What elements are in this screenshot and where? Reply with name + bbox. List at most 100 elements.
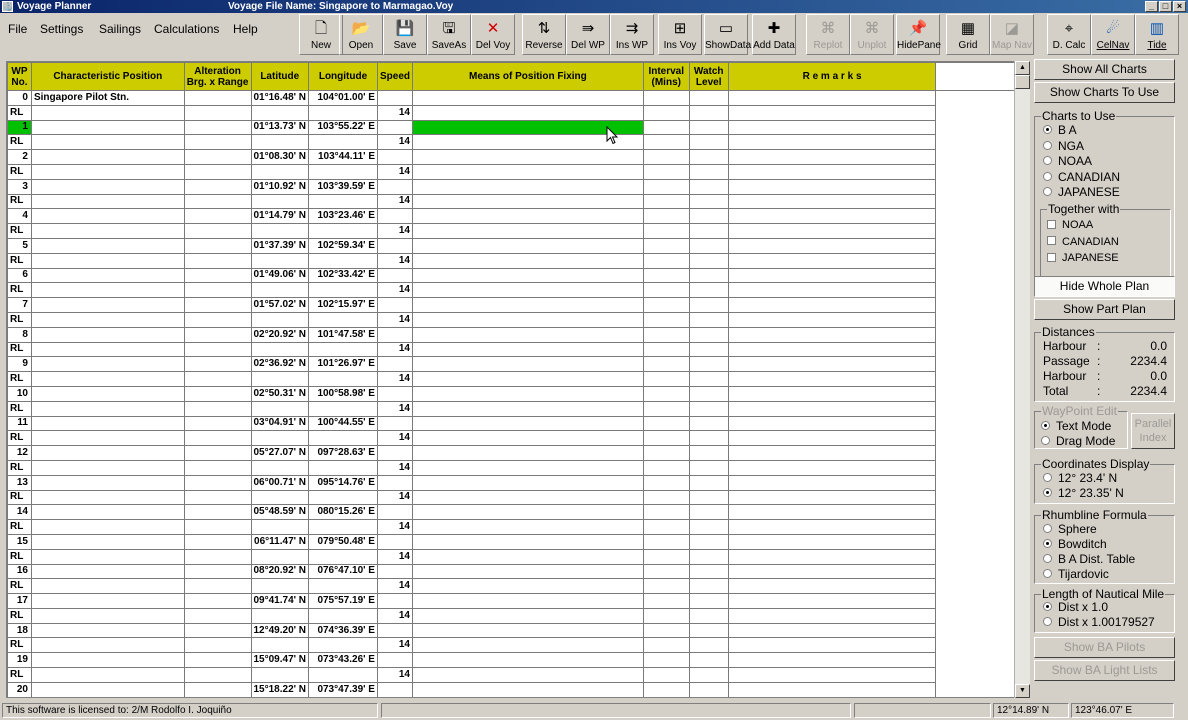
interval-cell[interactable]: [642, 90, 690, 106]
alteration-cell[interactable]: [183, 563, 252, 580]
speed-cell[interactable]: 14: [376, 400, 414, 417]
rhumb-line-row[interactable]: RL 14: [7, 489, 1015, 506]
header-alteration[interactable]: Alteration Brg. x Range: [183, 62, 252, 91]
watch-level-cell[interactable]: [688, 223, 729, 239]
watch-level-cell[interactable]: [688, 607, 729, 624]
characteristic-position-cell[interactable]: [30, 385, 185, 402]
longitude-cell[interactable]: 073°47.39' E: [308, 681, 378, 697]
means-of-position-fixing-cell[interactable]: [412, 311, 644, 328]
characteristic-position-cell[interactable]: [30, 267, 185, 284]
latitude-cell[interactable]: [250, 134, 310, 151]
watch-level-cell[interactable]: [688, 667, 729, 683]
speed-cell[interactable]: 14: [376, 637, 414, 654]
characteristic-position-cell[interactable]: [30, 489, 185, 506]
watch-level-cell[interactable]: [688, 326, 729, 343]
speed-cell[interactable]: [376, 326, 414, 343]
interval-cell[interactable]: [642, 415, 690, 432]
latitude-cell[interactable]: [250, 578, 310, 595]
latitude-cell[interactable]: 12°49.20' N: [250, 622, 310, 639]
longitude-cell[interactable]: 097°28.63' E: [308, 445, 378, 461]
longitude-cell[interactable]: [308, 134, 378, 151]
alteration-cell[interactable]: [183, 193, 252, 210]
latitude-cell[interactable]: [250, 341, 310, 358]
characteristic-position-cell[interactable]: [30, 297, 185, 313]
wp-number-cell[interactable]: 2: [7, 149, 32, 165]
interval-cell[interactable]: [642, 593, 690, 609]
remarks-cell[interactable]: [727, 533, 937, 550]
interval-cell[interactable]: [642, 149, 690, 165]
remarks-cell[interactable]: [727, 652, 937, 669]
longitude-cell[interactable]: [308, 489, 378, 506]
means-of-position-fixing-cell[interactable]: [412, 637, 644, 654]
remarks-cell[interactable]: [727, 563, 937, 580]
header-remarks[interactable]: R e m a r k s: [727, 62, 937, 91]
remarks-cell[interactable]: [727, 267, 937, 284]
speed-cell[interactable]: 14: [376, 371, 414, 387]
characteristic-position-cell[interactable]: [30, 400, 185, 417]
dist-x-1-00179527-radio[interactable]: Dist x 1.00179527: [1043, 615, 1155, 629]
alteration-cell[interactable]: [183, 489, 252, 506]
alteration-cell[interactable]: [183, 237, 252, 254]
characteristic-position-cell[interactable]: [30, 326, 185, 343]
speed-cell[interactable]: 14: [376, 252, 414, 269]
speed-cell[interactable]: 14: [376, 548, 414, 565]
noaa-check[interactable]: NOAA: [1047, 218, 1093, 232]
latitude-cell[interactable]: [250, 548, 310, 565]
interval-cell[interactable]: [642, 563, 690, 580]
characteristic-position-cell[interactable]: [30, 163, 185, 180]
characteristic-position-cell[interactable]: [30, 459, 185, 476]
latitude-cell[interactable]: [250, 371, 310, 387]
hide-whole-plan-button[interactable]: Hide Whole Plan: [1034, 276, 1175, 297]
latitude-cell[interactable]: 01°08.30' N: [250, 149, 310, 165]
longitude-cell[interactable]: [308, 607, 378, 624]
wp-number-cell[interactable]: 7: [7, 297, 32, 313]
rl-label-cell[interactable]: RL: [7, 548, 32, 565]
interval-cell[interactable]: [642, 119, 690, 136]
rhumb-line-row[interactable]: RL 14: [7, 459, 1015, 476]
alteration-cell[interactable]: [183, 134, 252, 151]
alteration-cell[interactable]: [183, 681, 252, 697]
remarks-cell[interactable]: [727, 356, 937, 373]
means-of-position-fixing-cell[interactable]: [412, 282, 644, 299]
header-characteristic-position[interactable]: Characteristic Position: [30, 62, 185, 91]
remarks-cell[interactable]: [727, 519, 937, 535]
alteration-cell[interactable]: [183, 593, 252, 609]
speed-cell[interactable]: [376, 208, 414, 225]
waypoint-row[interactable]: 12 05°27.07' N 097°28.63' E: [7, 445, 1015, 461]
longitude-cell[interactable]: [308, 311, 378, 328]
wp-number-cell[interactable]: 20: [7, 681, 32, 697]
rl-label-cell[interactable]: RL: [7, 578, 32, 595]
speed-cell[interactable]: [376, 445, 414, 461]
characteristic-position-cell[interactable]: [30, 178, 185, 195]
remarks-cell[interactable]: [727, 459, 937, 476]
watch-level-cell[interactable]: [688, 637, 729, 654]
wp-number-cell[interactable]: 16: [7, 563, 32, 580]
latitude-cell[interactable]: [250, 400, 310, 417]
speed-cell[interactable]: [376, 385, 414, 402]
means-of-position-fixing-cell[interactable]: [412, 548, 644, 565]
characteristic-position-cell[interactable]: [30, 445, 185, 461]
latitude-cell[interactable]: [250, 519, 310, 535]
remarks-cell[interactable]: [727, 607, 937, 624]
latitude-cell[interactable]: 01°10.92' N: [250, 178, 310, 195]
longitude-cell[interactable]: 079°50.48' E: [308, 533, 378, 550]
interval-cell[interactable]: [642, 163, 690, 180]
latitude-cell[interactable]: [250, 252, 310, 269]
characteristic-position-cell[interactable]: [30, 223, 185, 239]
japanese-radio[interactable]: JAPANESE: [1043, 185, 1120, 199]
speed-cell[interactable]: [376, 90, 414, 106]
minimize-button[interactable]: _: [1145, 1, 1158, 12]
show-part-plan-button[interactable]: Show Part Plan: [1034, 299, 1175, 320]
means-of-position-fixing-cell[interactable]: [412, 356, 644, 373]
latitude-cell[interactable]: [250, 667, 310, 683]
watch-level-cell[interactable]: [688, 504, 729, 521]
latitude-cell[interactable]: 01°37.39' N: [250, 237, 310, 254]
longitude-cell[interactable]: 102°33.42' E: [308, 267, 378, 284]
alteration-cell[interactable]: [183, 607, 252, 624]
speed-cell[interactable]: 14: [376, 667, 414, 683]
rhumb-line-row[interactable]: RL 14: [7, 548, 1015, 565]
remarks-cell[interactable]: [727, 385, 937, 402]
waypoint-row[interactable]: 3 01°10.92' N 103°39.59' E: [7, 178, 1015, 195]
speed-cell[interactable]: [376, 267, 414, 284]
waypoint-row[interactable]: 5 01°37.39' N 102°59.34' E: [7, 237, 1015, 254]
